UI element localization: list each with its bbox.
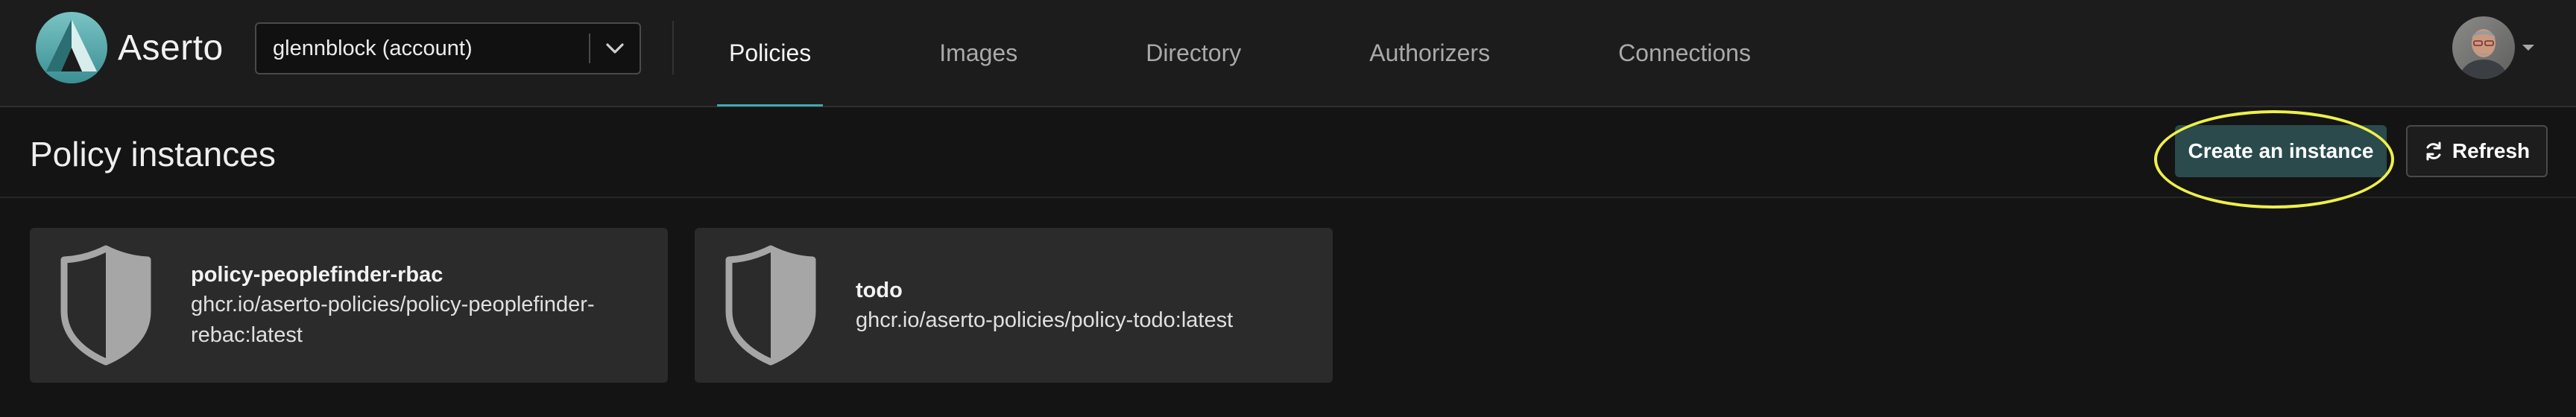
nav-divider: [672, 21, 674, 74]
main-nav-tabs: Policies Images Directory Authorizers Co…: [717, 0, 1867, 106]
top-navigation-bar: Aserto glennblock (account) Policies Ima…: [0, 0, 2576, 107]
card-body: todo ghcr.io/aserto-policies/policy-todo…: [856, 228, 1303, 383]
chevron-down-icon: [606, 43, 624, 54]
caret-down-icon: [2522, 45, 2534, 51]
instance-image: ghcr.io/aserto-policies/policy-peoplefin…: [191, 293, 595, 347]
brand-logo[interactable]: Aserto: [34, 10, 224, 85]
refresh-button-label: Refresh: [2452, 139, 2531, 162]
shield-icon: [725, 245, 816, 366]
instance-image: ghcr.io/aserto-policies/policy-todo:late…: [856, 308, 1234, 332]
policy-instance-card[interactable]: policy-peoplefinder-rbac ghcr.io/aserto-…: [30, 228, 668, 383]
create-instance-button[interactable]: Create an instance: [2175, 125, 2387, 177]
account-select-value: glennblock (account): [273, 36, 473, 60]
policy-instance-card[interactable]: todo ghcr.io/aserto-policies/policy-todo…: [695, 228, 1333, 383]
shield-icon: [60, 245, 151, 366]
page-header: Policy instances Create an instance Refr…: [0, 107, 2576, 198]
tab-directory[interactable]: Directory: [1134, 0, 1253, 106]
tab-connections[interactable]: Connections: [1606, 0, 1763, 106]
tab-images[interactable]: Images: [927, 0, 1029, 106]
tab-policies[interactable]: Policies: [717, 0, 824, 106]
avatar: [2452, 16, 2515, 79]
instance-name: policy-peoplefinder-rbac: [191, 263, 443, 287]
refresh-icon: [2426, 141, 2441, 161]
user-menu[interactable]: [2452, 16, 2536, 79]
brand-name: Aserto: [118, 28, 224, 68]
page-title: Policy instances: [30, 135, 276, 174]
account-select-toggle[interactable]: [590, 24, 640, 73]
account-select[interactable]: glennblock (account): [255, 22, 641, 74]
instance-name: todo: [856, 278, 903, 302]
tab-authorizers[interactable]: Authorizers: [1357, 0, 1502, 106]
aserto-logo-icon: [36, 12, 107, 83]
refresh-button[interactable]: Refresh: [2406, 125, 2548, 177]
card-body: policy-peoplefinder-rbac ghcr.io/aserto-…: [191, 228, 638, 383]
